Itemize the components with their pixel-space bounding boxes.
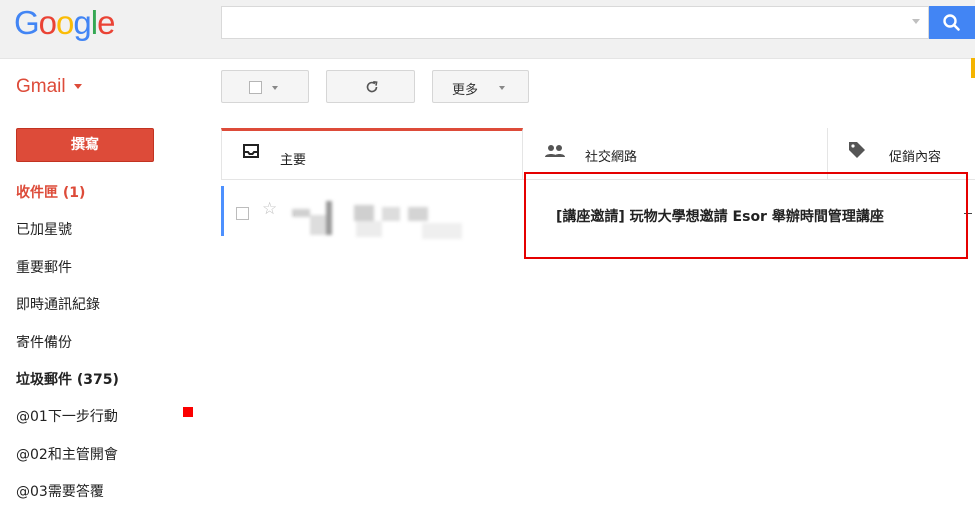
search-options-caret-icon[interactable] bbox=[912, 19, 920, 24]
checkbox-icon[interactable] bbox=[249, 81, 262, 94]
nav-item-important[interactable]: 重要郵件 bbox=[16, 257, 72, 277]
select-button[interactable] bbox=[221, 70, 309, 103]
chevron-down-icon bbox=[73, 84, 82, 90]
gmail-label: Gmail bbox=[16, 76, 66, 97]
highlight-annotation bbox=[524, 172, 968, 259]
nav-item-label-reply[interactable]: @03需要答覆 bbox=[16, 481, 104, 501]
chevron-down-icon bbox=[272, 86, 278, 90]
checkbox-icon[interactable] bbox=[236, 207, 249, 220]
tab-promotions-label: 促銷內容 bbox=[889, 150, 942, 165]
logo-letter: o bbox=[56, 4, 74, 41]
star-icon[interactable]: ☆ bbox=[262, 199, 277, 219]
nav-item-label-meeting[interactable]: @02和主管開會 bbox=[16, 444, 118, 464]
search-icon[interactable] bbox=[929, 6, 975, 39]
chevron-down-icon bbox=[499, 86, 505, 90]
compose-button[interactable]: 撰寫 bbox=[16, 128, 154, 162]
logo-letter: o bbox=[38, 4, 57, 41]
logo-letter: e bbox=[97, 4, 115, 41]
notification-edge bbox=[971, 58, 975, 78]
refresh-icon bbox=[366, 81, 378, 93]
people-icon bbox=[545, 145, 565, 157]
tab-social-label: 社交網路 bbox=[585, 150, 638, 165]
logo-letter: G bbox=[14, 4, 40, 41]
nav-item-inbox[interactable]: 收件匣 (1) bbox=[16, 182, 85, 202]
tag-icon bbox=[849, 142, 865, 158]
nav-item-starred[interactable]: 已加星號 bbox=[16, 219, 72, 239]
redacted-sender bbox=[292, 201, 512, 239]
nav-item-chats[interactable]: 即時通訊紀錄 bbox=[16, 294, 100, 314]
more-label: 更多 bbox=[452, 83, 479, 98]
nav-item-label-next-action[interactable]: @01下一步行動 bbox=[16, 406, 118, 426]
tab-primary-label: 主要 bbox=[280, 153, 307, 168]
label-color-swatch bbox=[183, 407, 193, 417]
refresh-button[interactable] bbox=[326, 70, 415, 103]
more-button[interactable]: 更多 bbox=[432, 70, 529, 103]
nav-item-sent[interactable]: 寄件備份 bbox=[16, 332, 72, 352]
gmail-menu[interactable]: Gmail bbox=[16, 76, 82, 98]
google-logo[interactable]: Google bbox=[14, 4, 115, 42]
nav-item-spam[interactable]: 垃圾郵件 (375) bbox=[16, 369, 119, 389]
logo-letter: g bbox=[73, 4, 91, 41]
search-input[interactable] bbox=[221, 6, 929, 39]
inbox-icon bbox=[243, 144, 259, 158]
tab-primary[interactable]: 主要 bbox=[221, 128, 523, 179]
